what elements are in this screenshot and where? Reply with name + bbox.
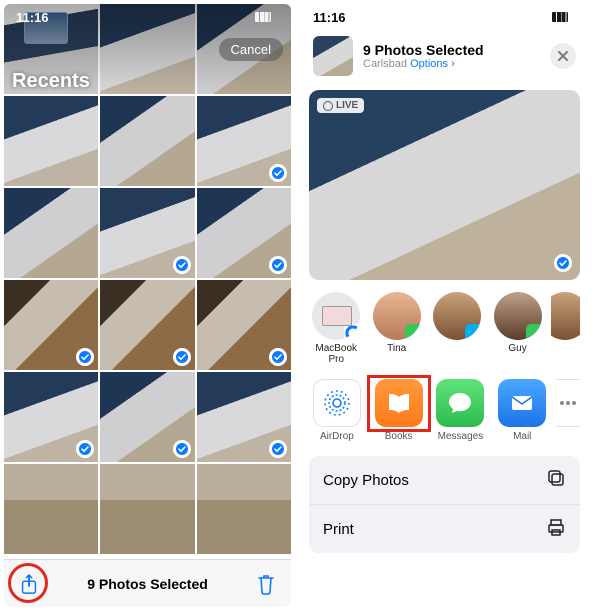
cellular-icon — [255, 12, 271, 22]
photo-thumbnail[interactable] — [100, 280, 194, 370]
contact-label: Tina — [387, 343, 406, 354]
share-apps-row[interactable]: AirDrop Books Messages Mail — [309, 375, 580, 444]
share-sheet-screen: 11:16 9 Photos Selected Carlsbad Options… — [301, 4, 588, 607]
messages-icon — [436, 379, 484, 427]
photo-thumbnail[interactable] — [4, 96, 98, 186]
trash-icon[interactable] — [255, 573, 277, 595]
photo-thumbnail[interactable] — [4, 372, 98, 462]
photo-thumbnail[interactable] — [100, 188, 194, 278]
print-icon — [546, 517, 566, 541]
status-icons — [552, 12, 576, 22]
photo-thumbnail[interactable] — [197, 464, 291, 554]
live-badge: LIVE — [317, 98, 364, 113]
photo-thumbnail[interactable] — [197, 280, 291, 370]
contact-item[interactable]: MacBook Pro — [309, 292, 363, 365]
mail-icon — [498, 379, 546, 427]
photo-thumbnail[interactable] — [4, 280, 98, 370]
photo-thumbnail[interactable] — [197, 96, 291, 186]
share-sheet-header: 9 Photos Selected Carlsbad Options › — [309, 30, 580, 82]
photos-grid-screen: 11:16 Cancel Recents 9 Photos Selected — [4, 4, 291, 607]
app-badge-icon — [405, 324, 421, 340]
share-app-mail[interactable]: Mail — [494, 379, 550, 442]
selection-count-label: 9 Photos Selected — [87, 576, 208, 592]
selected-check-icon — [269, 164, 287, 182]
app-label: AirDrop — [320, 431, 354, 442]
action-label: Copy Photos — [323, 472, 409, 489]
avatar — [433, 292, 481, 340]
contact-label: MacBook Pro — [309, 343, 363, 365]
airdrop-contacts-row[interactable]: MacBook Pro Tina Guy — [309, 288, 580, 367]
status-icons — [255, 12, 279, 22]
highlight-ring-share — [8, 563, 48, 603]
app-badge-icon — [526, 324, 542, 340]
contact-item[interactable]: Guy — [490, 292, 544, 365]
photo-thumbnail[interactable] — [197, 372, 291, 462]
options-link[interactable]: Options › — [410, 58, 455, 70]
avatar — [312, 292, 360, 340]
bottom-toolbar: 9 Photos Selected — [4, 559, 291, 607]
selected-check-icon — [269, 348, 287, 366]
cancel-button[interactable]: Cancel — [219, 38, 283, 61]
app-badge-icon — [344, 324, 360, 340]
selected-check-icon — [173, 256, 191, 274]
photo-thumbnail[interactable] — [100, 464, 194, 554]
action-label: Print — [323, 521, 354, 538]
selected-check-icon — [269, 440, 287, 458]
selected-check-icon — [554, 254, 572, 272]
photo-thumbnail[interactable] — [100, 372, 194, 462]
cellular-icon — [552, 12, 568, 22]
contact-label: Guy — [508, 343, 526, 354]
copy-icon — [546, 468, 566, 492]
live-icon — [323, 101, 333, 111]
photo-preview[interactable]: LIVE — [309, 90, 580, 280]
action-print[interactable]: Print — [309, 505, 580, 553]
app-label: Messages — [438, 431, 484, 442]
contact-item[interactable] — [551, 292, 580, 365]
more-icon — [556, 379, 580, 427]
avatar — [373, 292, 421, 340]
status-bar: 11:16 — [4, 4, 291, 30]
share-app-books[interactable]: Books — [371, 379, 427, 442]
header-thumbnail — [313, 36, 353, 76]
app-label: Books — [385, 431, 413, 442]
share-app-airdrop[interactable]: AirDrop — [309, 379, 365, 442]
avatar — [551, 292, 580, 340]
app-label: Mail — [513, 431, 531, 442]
selected-check-icon — [173, 348, 191, 366]
share-app-more[interactable] — [556, 379, 580, 442]
share-app-messages[interactable]: Messages — [433, 379, 489, 442]
airdrop-icon — [313, 379, 361, 427]
photo-thumbnail[interactable] — [197, 188, 291, 278]
share-title: 9 Photos Selected — [363, 42, 484, 58]
photo-thumbnail[interactable] — [4, 464, 98, 554]
action-copy[interactable]: Copy Photos — [309, 456, 580, 505]
selected-check-icon — [76, 348, 94, 366]
share-actions-list: Copy Photos Print — [309, 456, 580, 553]
contact-item[interactable] — [430, 292, 484, 365]
photo-thumbnail[interactable] — [4, 188, 98, 278]
album-title: Recents — [12, 70, 90, 93]
app-badge-icon — [465, 324, 481, 340]
close-icon[interactable] — [550, 43, 576, 69]
highlight-box-books — [367, 375, 431, 432]
contact-item[interactable]: Tina — [369, 292, 423, 365]
avatar — [494, 292, 542, 340]
selected-check-icon — [173, 440, 191, 458]
status-time: 11:16 — [16, 10, 49, 25]
share-subtitle: Carlsbad Options › — [363, 58, 484, 70]
photo-thumbnail[interactable] — [100, 96, 194, 186]
selected-check-icon — [76, 440, 94, 458]
status-time: 11:16 — [313, 10, 346, 25]
selected-check-icon — [269, 256, 287, 274]
status-bar: 11:16 — [301, 4, 588, 30]
